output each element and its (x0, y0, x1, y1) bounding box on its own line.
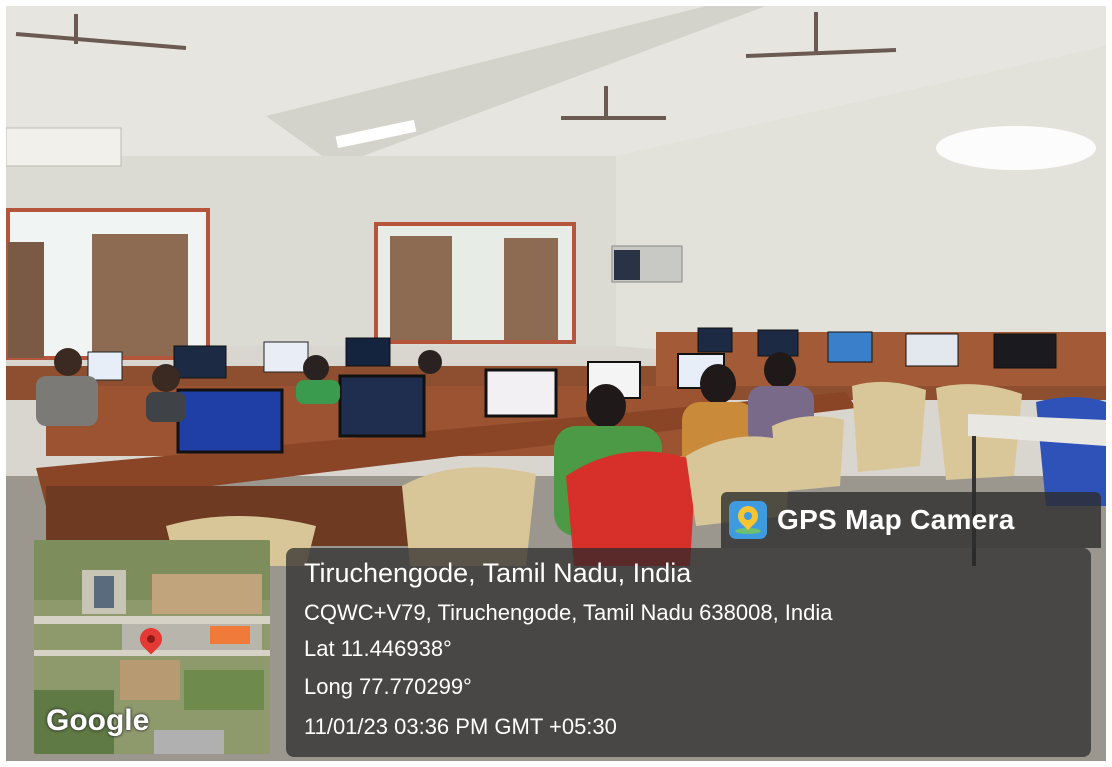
monitor (697, 327, 733, 353)
place-name: Tiruchengode, Tamil Nadu, India (304, 558, 692, 588)
photo-frame: GPS Map Camera Tiruchengode, Tamil Nadu,… (6, 6, 1106, 761)
student (418, 350, 442, 374)
monitor (87, 351, 123, 381)
monitor (176, 388, 284, 454)
address: CQWC+V79, Tiruchengode, Tamil Nadu 63800… (304, 600, 833, 625)
camera-app-banner: GPS Map Camera (721, 492, 1101, 548)
air-conditioner (6, 127, 122, 167)
chair (852, 381, 926, 472)
monitor (345, 337, 391, 367)
latitude: Lat 11.446938° (304, 636, 452, 661)
map-thumbnail: Google (34, 540, 270, 754)
chair (772, 416, 844, 492)
location-info-panel: Tiruchengode, Tamil Nadu, India CQWC+V79… (286, 548, 1091, 757)
curtain (92, 234, 188, 356)
curtain (8, 242, 44, 358)
curtain (504, 238, 558, 340)
monitor (827, 331, 873, 363)
curtain (390, 236, 452, 340)
ceiling-light-glow (936, 126, 1096, 170)
gps-map-camera-app-icon (729, 501, 767, 539)
monitor (993, 333, 1057, 369)
monitor (757, 329, 799, 357)
monitor (338, 374, 426, 438)
monitor (263, 341, 309, 373)
longitude: Long 77.770299° (304, 674, 472, 699)
wall-box-screen (614, 250, 640, 280)
google-logo: Google (46, 704, 150, 737)
camera-app-name: GPS Map Camera (777, 504, 1015, 535)
monitor (905, 333, 959, 367)
timestamp: 11/01/23 03:36 PM GMT +05:30 (304, 714, 617, 739)
monitor (173, 345, 227, 379)
blue-chair (1036, 397, 1106, 506)
monitor (484, 368, 558, 418)
